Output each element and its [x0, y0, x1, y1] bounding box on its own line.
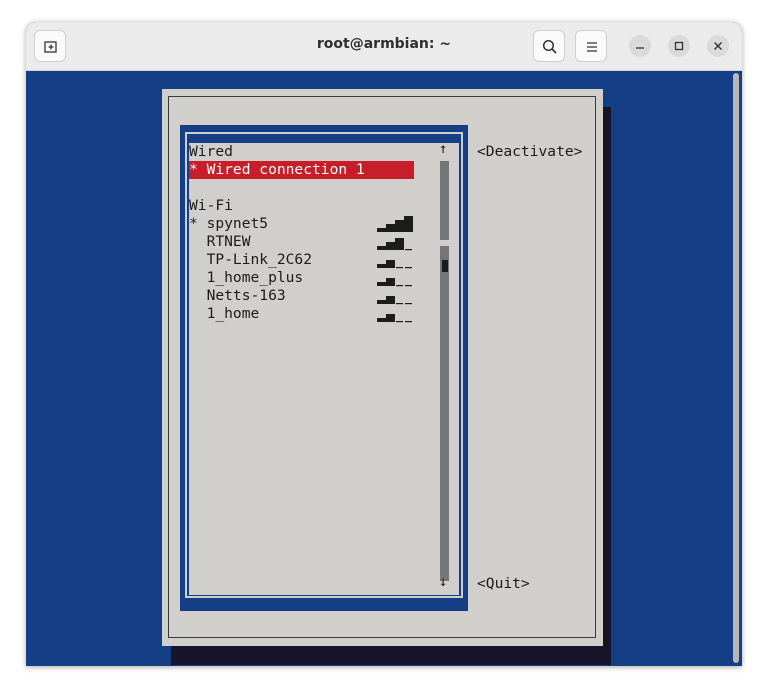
wifi-network-item[interactable]: * spynet5	[189, 215, 268, 233]
terminal-area[interactable]: Wired * Wired connection 1 Wi-Fi * spyne…	[26, 71, 742, 666]
signal-bar	[386, 242, 395, 250]
signal-strength-icon	[377, 260, 412, 269]
wired-section-header: Wired	[189, 143, 233, 160]
list-scrollbar-gap	[440, 240, 449, 246]
terminal-window: root@armbian: ~ Wired * Wired connection…	[26, 22, 742, 666]
signal-bar	[377, 246, 386, 250]
signal-bar	[386, 296, 395, 304]
signal-bar	[386, 314, 395, 322]
signal-bar	[377, 264, 386, 268]
signal-bar	[395, 220, 404, 232]
signal-bar	[386, 278, 395, 286]
wifi-section-header: Wi-Fi	[189, 197, 233, 214]
wifi-network-item[interactable]: 1_home_plus	[189, 269, 304, 287]
signal-bar	[396, 321, 403, 323]
signal-bar	[404, 216, 413, 232]
deactivate-button[interactable]: <Deactivate>	[477, 143, 582, 161]
signal-strength-icon	[377, 216, 413, 232]
search-button[interactable]	[533, 30, 565, 62]
maximize-button[interactable]	[668, 35, 690, 57]
close-button[interactable]	[707, 35, 729, 57]
signal-bar	[377, 300, 386, 304]
signal-bar	[386, 260, 395, 268]
list-scrollbar-track[interactable]	[440, 161, 449, 581]
signal-bar	[386, 224, 395, 232]
title-bar: root@armbian: ~	[26, 22, 742, 71]
list-scrollbar-thumb[interactable]	[442, 260, 448, 272]
signal-strength-icon	[377, 296, 412, 305]
signal-bar	[395, 238, 404, 250]
wifi-network-item[interactable]: RTNEW	[189, 233, 251, 251]
quit-button[interactable]: <Quit>	[477, 575, 530, 593]
signal-strength-icon	[377, 238, 412, 251]
wifi-network-item[interactable]: 1_home	[189, 305, 260, 323]
wifi-network-item[interactable]: TP-Link_2C62	[189, 251, 312, 269]
signal-strength-icon	[377, 278, 412, 287]
wired-connection-item[interactable]: * Wired connection 1	[189, 161, 414, 179]
connection-list-frame: Wired * Wired connection 1 Wi-Fi * spyne…	[180, 125, 468, 611]
signal-bar	[377, 228, 386, 232]
signal-bar	[377, 282, 386, 286]
connection-list[interactable]: Wired * Wired connection 1 Wi-Fi * spyne…	[189, 141, 459, 595]
menu-button[interactable]	[575, 30, 607, 62]
signal-strength-icon	[377, 314, 412, 323]
signal-bar	[377, 318, 386, 322]
minimize-button[interactable]	[629, 35, 651, 57]
scroll-up-arrow[interactable]: ↑	[439, 141, 447, 157]
wifi-network-item[interactable]: Netts-163	[189, 287, 286, 305]
terminal-scrollbar[interactable]	[733, 73, 739, 663]
nmtui-dialog: Wired * Wired connection 1 Wi-Fi * spyne…	[162, 89, 603, 646]
signal-bar	[405, 321, 412, 323]
scroll-down-arrow[interactable]: ↓	[439, 574, 447, 590]
